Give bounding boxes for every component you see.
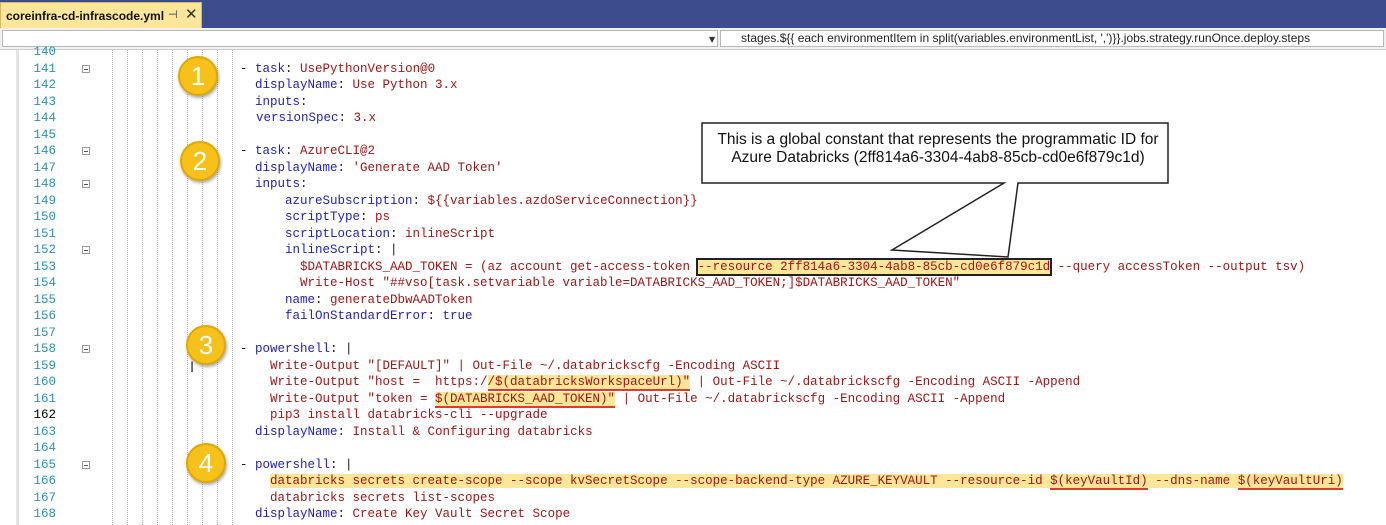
- step-badge-2: 2: [180, 141, 220, 181]
- callout-text: This is a global constant that represent…: [700, 131, 1176, 167]
- text-cursor-icon: I: [190, 360, 195, 376]
- step-badge-1: 1: [178, 56, 218, 96]
- callout-line-1: This is a global constant that represent…: [717, 131, 1159, 148]
- step-badge-4: 4: [186, 443, 226, 483]
- callout-line-2: Azure Databricks (2ff814a6-3304-4ab8-85c…: [731, 149, 1145, 166]
- step-badge-3: 3: [186, 325, 226, 365]
